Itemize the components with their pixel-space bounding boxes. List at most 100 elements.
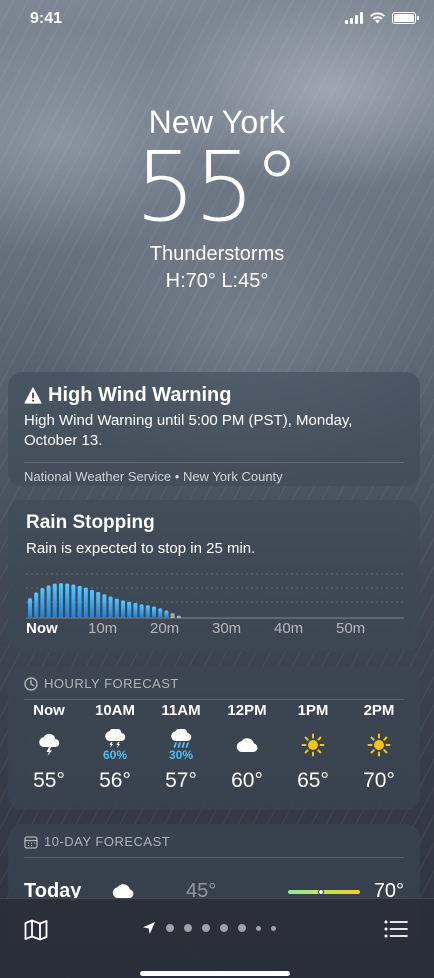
current-temperature: 55° bbox=[134, 131, 301, 243]
list-icon[interactable] bbox=[384, 919, 408, 939]
ten-day-header-label: 10-DAY FORECAST bbox=[44, 834, 171, 849]
high-low-temperature: H:70° L:45° bbox=[165, 270, 269, 292]
precipitation-description: Rain is expected to stop in 25 min. bbox=[26, 540, 256, 557]
precipitation-bar bbox=[46, 585, 51, 618]
precipitation-bar bbox=[52, 583, 57, 618]
calendar-icon bbox=[24, 835, 38, 849]
precipitation-bar bbox=[40, 588, 45, 618]
hour-icon-slot bbox=[214, 725, 280, 765]
sun-icon bbox=[367, 733, 391, 757]
hour-temperature: 55° bbox=[33, 769, 65, 792]
hour-temperature: 56° bbox=[99, 769, 131, 792]
temperature-range-bar bbox=[288, 889, 360, 895]
location-page-indicator[interactable] bbox=[142, 921, 276, 935]
precipitation-bar bbox=[164, 610, 169, 618]
precipitation-bar bbox=[96, 592, 101, 618]
hour-temperature: 65° bbox=[297, 769, 329, 792]
chart-x-tick-label: 30m bbox=[212, 620, 242, 637]
precipitation-bar bbox=[176, 615, 181, 618]
hourly-item[interactable]: 12PM 60° bbox=[214, 702, 280, 793]
page-dot bbox=[184, 924, 192, 932]
current-weather: New York 55° Thunderstorms H:70° L:45° bbox=[0, 104, 434, 293]
page-dot bbox=[238, 924, 246, 932]
sun-icon bbox=[301, 733, 325, 757]
hour-icon-slot bbox=[346, 725, 412, 765]
chart-x-tick-label: 20m bbox=[150, 620, 180, 637]
hour-icon-slot bbox=[280, 725, 346, 765]
hour-precip-chance: 30% bbox=[168, 748, 194, 762]
battery-icon bbox=[392, 12, 419, 24]
alert-body: High Wind Warning until 5:00 PM (PST), M… bbox=[24, 412, 353, 450]
home-indicator bbox=[140, 971, 290, 976]
rain-icon bbox=[171, 729, 192, 748]
weather-alert-card[interactable]: High Wind Warning High Wind Warning unti… bbox=[8, 372, 420, 486]
alert-source: National Weather Service • New York Coun… bbox=[24, 468, 283, 484]
chart-x-tick-label: 50m bbox=[336, 620, 366, 637]
thunderstorm-icon bbox=[39, 733, 60, 756]
page-dot bbox=[256, 925, 261, 931]
status-bar: 9:41 bbox=[0, 0, 434, 40]
precipitation-title: Rain Stopping bbox=[26, 512, 155, 533]
hour-temperature: 70° bbox=[363, 769, 395, 792]
cellular-signal-icon bbox=[345, 12, 363, 24]
chart-x-tick-label: 10m bbox=[88, 620, 118, 637]
precipitation-bar bbox=[127, 601, 132, 618]
precipitation-bar bbox=[145, 605, 150, 618]
hourly-header: HOURLY FORECAST bbox=[24, 676, 404, 691]
clock-icon bbox=[24, 676, 38, 691]
wifi-icon bbox=[370, 12, 385, 24]
hour-label: 10AM bbox=[94, 702, 135, 719]
hourly-item[interactable]: 10AM 60% 56° bbox=[82, 702, 148, 793]
precipitation-bar bbox=[90, 589, 94, 618]
page-dot bbox=[166, 924, 174, 932]
bottom-toolbar bbox=[0, 898, 434, 978]
precipitation-bar bbox=[139, 604, 144, 618]
status-icons bbox=[345, 12, 419, 24]
hourly-item[interactable]: 1PM 65° bbox=[280, 702, 346, 793]
hour-label: 1PM bbox=[297, 702, 329, 719]
page-dot bbox=[202, 924, 210, 932]
precipitation-bar bbox=[133, 603, 138, 618]
status-time: 9:41 bbox=[30, 10, 63, 27]
precipitation-bar bbox=[77, 585, 82, 618]
current-temperature-dot bbox=[318, 889, 324, 895]
chart-x-tick-label: Now bbox=[26, 620, 58, 637]
precipitation-bar bbox=[158, 608, 163, 618]
cloud-icon bbox=[236, 738, 258, 752]
alert-title-row: High Wind Warning bbox=[24, 384, 404, 407]
current-condition: Thunderstorms bbox=[149, 243, 285, 265]
precipitation-bar bbox=[121, 600, 125, 618]
hour-label: Now bbox=[33, 702, 65, 719]
ten-day-divider bbox=[24, 857, 404, 858]
hour-precip-chance: 60% bbox=[102, 748, 128, 762]
precipitation-bar bbox=[71, 584, 76, 618]
precipitation-chart-svg bbox=[26, 573, 404, 619]
precipitation-bar bbox=[108, 596, 113, 618]
hour-temperature: 57° bbox=[165, 769, 197, 792]
hour-temperature: 60° bbox=[231, 769, 263, 792]
hourly-item[interactable]: 2PM 70° bbox=[346, 702, 412, 793]
precipitation-bar bbox=[114, 598, 119, 618]
hourly-item[interactable]: 11AM 30% 57° bbox=[148, 702, 214, 793]
page-dot bbox=[220, 924, 228, 932]
precipitation-bar bbox=[152, 606, 156, 618]
precipitation-bar bbox=[59, 583, 63, 618]
precipitation-bar bbox=[28, 598, 32, 618]
hour-icon-slot bbox=[16, 725, 82, 765]
hour-label: 11AM bbox=[161, 702, 201, 719]
hour-label: 2PM bbox=[363, 702, 395, 719]
hour-icon-slot: 60% bbox=[82, 725, 148, 765]
map-icon[interactable] bbox=[24, 919, 48, 941]
warning-icon bbox=[24, 387, 42, 404]
precipitation-bar bbox=[83, 587, 88, 618]
precipitation-bar bbox=[170, 613, 175, 618]
hourly-divider bbox=[24, 699, 404, 700]
precipitation-bar bbox=[34, 592, 39, 618]
precipitation-card[interactable]: Rain Stopping Rain is expected to stop i… bbox=[8, 500, 420, 652]
hour-icon-slot: 30% bbox=[148, 725, 214, 765]
ten-day-header: 10-DAY FORECAST bbox=[24, 834, 404, 849]
hourly-forecast-card[interactable]: HOURLY FORECAST Now 55° 10AM 60% 56° 11A… bbox=[8, 666, 420, 810]
hourly-list: Now 55° 10AM 60% 56° 11AM 30% 57° 12PM 6… bbox=[16, 702, 412, 793]
hourly-item[interactable]: Now 55° bbox=[16, 702, 82, 793]
hour-label: 12PM bbox=[227, 702, 267, 719]
